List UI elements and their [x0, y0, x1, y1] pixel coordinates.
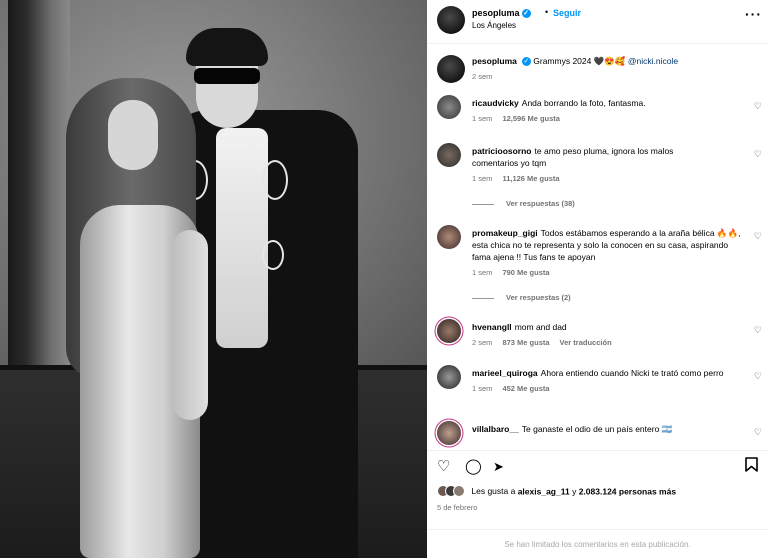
commenter-username[interactable]: villalbaro__ — [472, 424, 519, 434]
share-icon[interactable]: ➤ — [493, 459, 504, 475]
like-comment-icon[interactable]: ♡ — [754, 371, 762, 382]
woman-arm — [172, 230, 208, 420]
liker-avatar — [453, 485, 465, 497]
man-shirt — [216, 128, 268, 348]
likers-avatars — [437, 485, 465, 499]
comments-limited-notice: Se han limitado los comentarios en esta … — [427, 529, 768, 558]
like-comment-icon[interactable]: ♡ — [754, 149, 762, 160]
commenter-username[interactable]: hvenangll — [472, 322, 512, 332]
comment-meta: 1 sem 11,126 Me gusta — [472, 173, 722, 185]
comment-likes[interactable]: 11,126 Me gusta — [502, 174, 559, 183]
woman-face — [108, 100, 158, 170]
comment-likes[interactable]: 873 Me gusta — [502, 338, 549, 347]
like-comment-icon[interactable]: ♡ — [754, 231, 762, 242]
comment-likes[interactable]: 790 Me gusta — [502, 268, 549, 277]
like-comment-icon[interactable]: ♡ — [754, 427, 762, 438]
like-comment-icon[interactable]: ♡ — [754, 101, 762, 112]
commenter-avatar[interactable] — [437, 421, 461, 445]
man-hair — [186, 28, 268, 66]
likes-prefix: Les gusta a — [471, 486, 516, 497]
author-username-text[interactable]: pesopluma — [472, 8, 520, 18]
follow-button[interactable]: Seguir — [553, 8, 581, 18]
commenter-username[interactable]: promakeup_gigi — [472, 228, 538, 238]
author-username[interactable]: pesopluma ✓ — [472, 8, 531, 19]
comment-body: patricioosorno te amo peso pluma, ignora … — [472, 145, 722, 185]
comment-time: 1 sem — [472, 268, 493, 277]
comment-body: promakeup_gigi Todos estábamos esperando … — [472, 227, 747, 279]
comment-body: hvenangll mom and dad 2 sem 873 Me gusta Ve… — [472, 321, 742, 349]
likes-middle: y — [572, 486, 577, 497]
post-location[interactable]: Los Ángeles — [472, 21, 516, 30]
comment-body: ricaudvicky Anda borrando la foto, fantas… — [472, 97, 742, 125]
comment-time: 1 sem — [472, 114, 493, 123]
view-replies-button[interactable]: Ver respuestas (2) — [472, 293, 571, 302]
comment-likes[interactable]: 452 Me gusta — [502, 384, 549, 393]
commenter-avatar[interactable] — [437, 365, 461, 389]
comment-text: Te ganaste el odio de un país entero 🇦🇷 — [521, 424, 673, 434]
translate-button[interactable]: Ver traducción — [560, 338, 612, 347]
post-sidebar: pesopluma ✓ • Seguir Los Ángeles ··· peso… — [427, 0, 768, 558]
comment-body: villalbaro__ Te ganaste el odio de un paí… — [472, 423, 742, 435]
suit-embroidery — [262, 160, 288, 200]
post-header: pesopluma ✓ • Seguir Los Ángeles ··· — [427, 0, 768, 44]
commenter-avatar[interactable] — [437, 319, 461, 343]
post-actions: ♡ ◯ ➤ Les gusta a alexis_ag_11 y 2.083.1… — [427, 450, 768, 558]
more-options-icon[interactable]: ··· — [745, 6, 762, 22]
comment-body: marieel_quiroga Ahora entiendo cuando Nic… — [472, 367, 732, 395]
suit-embroidery — [262, 240, 284, 270]
man-sunglasses — [194, 68, 260, 84]
photo-door — [8, 0, 70, 380]
author-avatar[interactable] — [437, 6, 465, 34]
likes-count[interactable]: 2.083.124 personas más — [579, 486, 676, 496]
commenter-avatar[interactable] — [437, 95, 461, 119]
commenter-username[interactable]: patricioosorno — [472, 146, 532, 156]
verified-icon: ✓ — [521, 9, 531, 19]
caption-avatar[interactable] — [437, 55, 465, 83]
comments-list[interactable]: pesopluma ✓ Grammys 2024 🖤😍🥰 @nicki.nicol… — [427, 45, 768, 450]
caption-username[interactable]: pesopluma — [472, 56, 517, 66]
caption-time: 2 sem — [472, 72, 493, 81]
caption-body: pesopluma ✓ Grammys 2024 🖤😍🥰 @nicki.nicol… — [472, 55, 742, 83]
comment-likes[interactable]: 12,596 Me gusta — [502, 114, 560, 123]
save-icon[interactable] — [745, 457, 758, 475]
caption-mention[interactable]: @nicki.nicole — [628, 56, 678, 66]
comment-meta: 1 sem 790 Me gusta — [472, 267, 747, 279]
comment-text: mom and dad — [514, 322, 567, 332]
verified-icon: ✓ — [521, 57, 531, 67]
like-icon[interactable]: ♡ — [437, 457, 450, 475]
post-date: 5 de febrero — [437, 503, 478, 512]
caption-meta: 2 sem — [472, 71, 742, 83]
comment-meta: 2 sem 873 Me gusta Ver traducción — [472, 337, 742, 349]
separator-dot: • — [545, 7, 549, 17]
commenter-avatar[interactable] — [437, 143, 461, 167]
comment-text: Ahora entiendo cuando Nicki te trató com… — [540, 368, 724, 378]
likes-user[interactable]: alexis_ag_11 — [518, 486, 570, 496]
comment-icon[interactable]: ◯ — [465, 457, 482, 475]
view-replies-button[interactable]: Ver respuestas (38) — [472, 199, 575, 208]
comment-meta: 1 sem 452 Me gusta — [472, 383, 732, 395]
caption-text: Grammys 2024 🖤😍🥰 — [533, 56, 626, 66]
commenter-username[interactable]: marieel_quiroga — [472, 368, 538, 378]
commenter-avatar[interactable] — [437, 225, 461, 249]
comment-time: 2 sem — [472, 338, 493, 347]
post-photo[interactable] — [0, 0, 427, 558]
commenter-username[interactable]: ricaudvicky — [472, 98, 519, 108]
comment-meta: 1 sem 12,596 Me gusta — [472, 113, 742, 125]
comment-time: 1 sem — [472, 174, 493, 183]
comment-time: 1 sem — [472, 384, 493, 393]
comment-text: Anda borrando la foto, fantasma. — [521, 98, 646, 108]
likes-summary[interactable]: Les gusta a alexis_ag_11 y 2.083.124 per… — [437, 485, 676, 499]
like-comment-icon[interactable]: ♡ — [754, 325, 762, 336]
